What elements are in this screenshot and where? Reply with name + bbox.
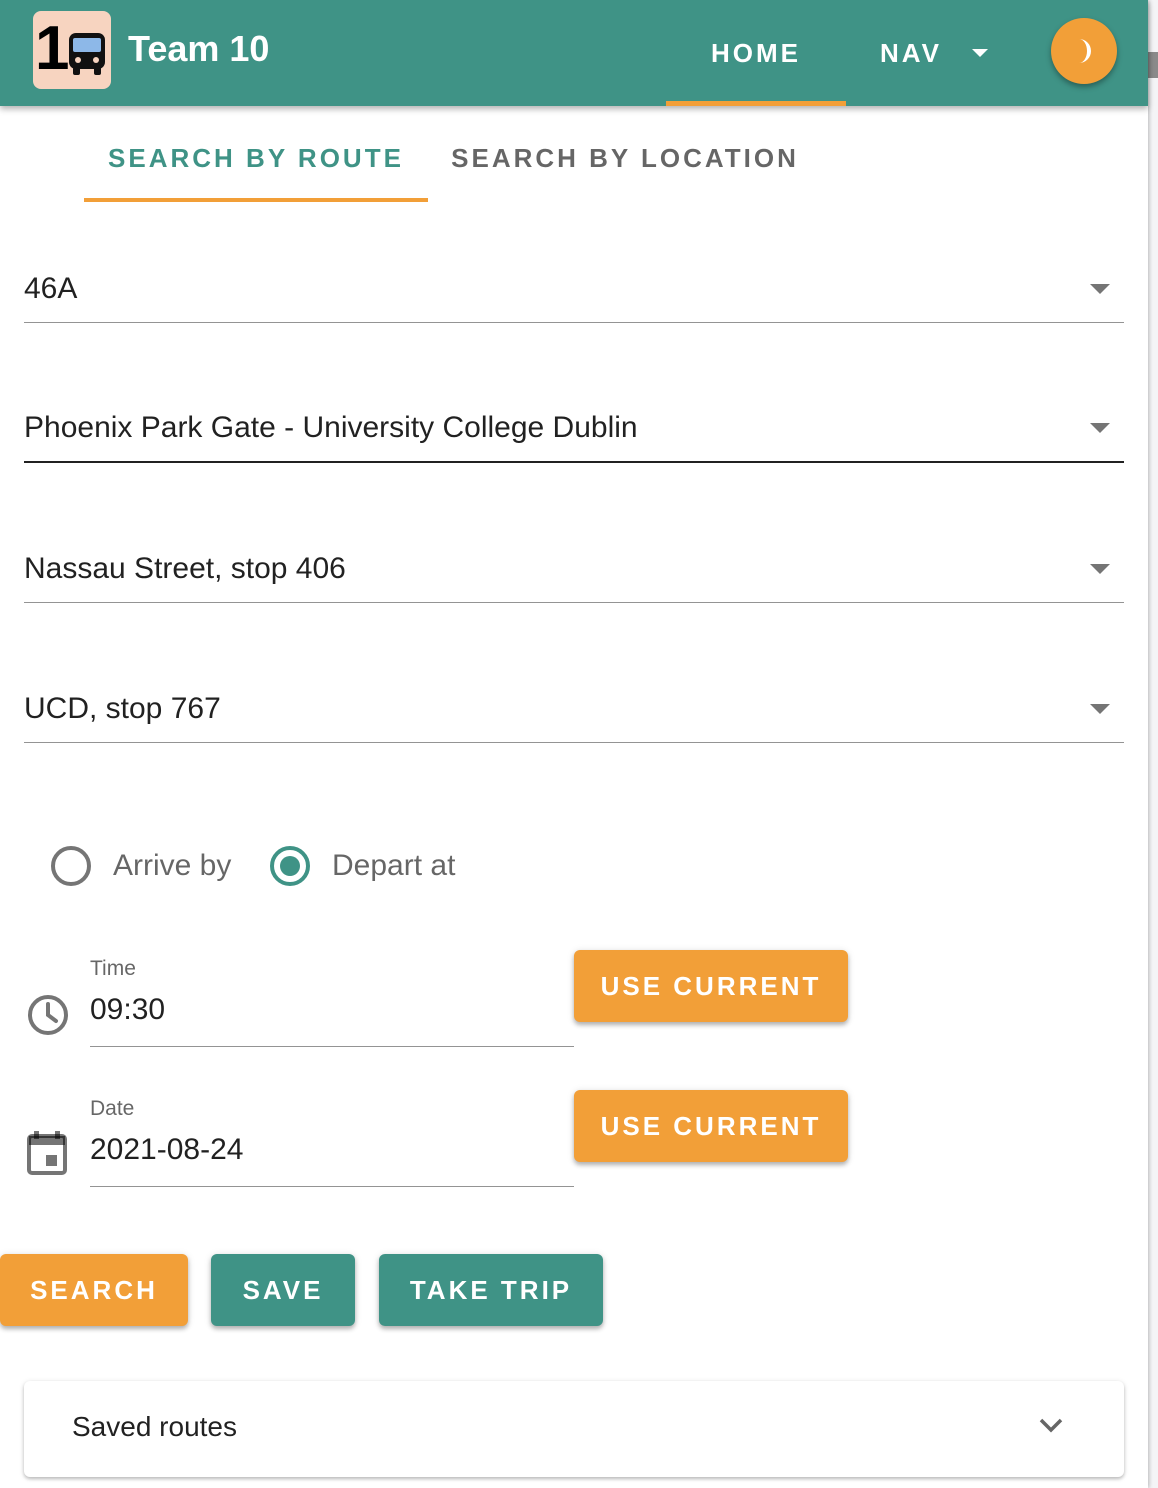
clock-icon	[28, 995, 68, 1035]
chevron-down-icon	[1039, 1418, 1063, 1433]
nav-home-label: HOME	[711, 37, 801, 68]
dropdown-arrow-icon	[1090, 284, 1110, 294]
saved-routes-accordion[interactable]: Saved routes	[24, 1381, 1124, 1477]
radio-checked-icon	[270, 846, 310, 886]
time-label: Time	[90, 957, 136, 980]
nav-menu-label: NAV	[880, 37, 942, 68]
search-button[interactable]: SEARCH	[0, 1254, 188, 1326]
route-select-value: 46A	[24, 272, 78, 305]
app-logo: 1	[33, 11, 111, 89]
direction-select-value: Phoenix Park Gate - University College D…	[24, 411, 638, 444]
radio-unchecked-icon	[51, 846, 91, 886]
tab-search-by-route[interactable]: SEARCH BY ROUTE	[84, 118, 428, 202]
background-page-edge	[1148, 0, 1158, 1488]
date-label: Date	[90, 1097, 135, 1120]
calendar-icon	[27, 1131, 67, 1175]
date-value: 2021-08-24	[90, 1133, 244, 1166]
depart-at-label: Depart at	[332, 849, 456, 882]
bus-icon	[69, 33, 105, 75]
date-input[interactable]: Date 2021-08-24	[90, 1097, 574, 1187]
route-search-panel: 1 Team 10 HOME NAV SEARCH BY ROUTE SEARC…	[0, 0, 1148, 1488]
nav-menu-button[interactable]: NAV	[880, 0, 988, 106]
from-stop-select[interactable]: Nassau Street, stop 406	[24, 533, 1124, 603]
nav-home-indicator	[666, 101, 846, 106]
tab-search-by-location[interactable]: SEARCH BY LOCATION	[440, 118, 810, 198]
caret-down-icon	[971, 49, 988, 57]
saved-routes-title: Saved routes	[72, 1411, 237, 1442]
dropdown-arrow-icon	[1090, 704, 1110, 714]
use-current-date-button[interactable]: USE CURRENT	[574, 1090, 848, 1162]
to-stop-select-value: UCD, stop 767	[24, 692, 221, 725]
logo-number: 1	[35, 14, 70, 83]
arrive-by-radio[interactable]: Arrive by	[51, 843, 231, 889]
arrive-by-label: Arrive by	[113, 849, 232, 882]
from-stop-select-value: Nassau Street, stop 406	[24, 552, 346, 585]
background-scrollbar	[1148, 52, 1158, 78]
save-button[interactable]: SAVE	[211, 1254, 355, 1326]
take-trip-button[interactable]: TAKE TRIP	[379, 1254, 603, 1326]
direction-select[interactable]: Phoenix Park Gate - University College D…	[24, 393, 1124, 463]
depart-at-radio[interactable]: Depart at	[270, 843, 455, 889]
moon-icon	[1079, 39, 1091, 63]
route-select[interactable]: 46A	[24, 253, 1124, 323]
time-value: 09:30	[90, 993, 166, 1026]
dropdown-arrow-icon	[1090, 423, 1110, 433]
nav-home-button[interactable]: HOME	[666, 0, 846, 106]
use-current-time-button[interactable]: USE CURRENT	[574, 950, 848, 1022]
theme-toggle-button[interactable]	[1051, 18, 1117, 84]
tab-search-by-location-label: SEARCH BY LOCATION	[451, 142, 799, 173]
app-bar: 1 Team 10 HOME NAV	[0, 0, 1148, 106]
time-input[interactable]: Time 09:30	[90, 957, 574, 1047]
tab-active-indicator	[84, 198, 428, 202]
app-title: Team 10	[128, 28, 270, 69]
to-stop-select[interactable]: UCD, stop 767	[24, 673, 1124, 743]
dropdown-arrow-icon	[1090, 564, 1110, 574]
tab-search-by-route-label: SEARCH BY ROUTE	[108, 142, 404, 173]
